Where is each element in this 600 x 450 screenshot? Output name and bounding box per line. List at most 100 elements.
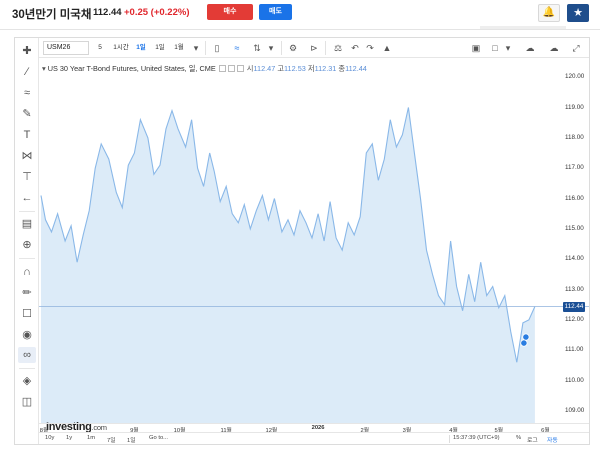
zoom-icon[interactable]: ⊕ xyxy=(18,237,36,253)
interval-button[interactable]: 1월 xyxy=(172,41,186,55)
y-tick-label: 111.00 xyxy=(565,346,584,354)
chevron-down-icon[interactable]: ▾ xyxy=(189,41,203,55)
bar-chart-icon[interactable]: ⇅ xyxy=(250,41,264,55)
fib-icon[interactable]: ≈ xyxy=(18,85,36,101)
crosshair-icon[interactable]: ✚ xyxy=(18,43,36,59)
y-tick-label: 118.00 xyxy=(565,133,584,141)
remove-box[interactable] xyxy=(236,65,244,72)
go-to-date[interactable]: Go to... xyxy=(149,435,168,441)
candles-icon[interactable]: ▯ xyxy=(210,41,224,55)
low-label: 저 xyxy=(307,64,315,73)
series-legend: ▾ US 30 Year T-Bond Futures, United Stat… xyxy=(42,64,367,74)
price-axis[interactable]: 109.00 110.00 111.00 112.00 113.00 114.00 115.… xyxy=(563,59,595,423)
range-1m[interactable]: 1m xyxy=(87,435,95,441)
pattern-icon[interactable]: ⋈ xyxy=(18,148,36,164)
open-label: 시 xyxy=(246,64,254,73)
chevron-down-icon[interactable]: ▾ xyxy=(264,41,278,55)
close-value: 112.44 xyxy=(345,64,367,73)
range-10y[interactable]: 10y xyxy=(45,435,54,441)
redo-icon[interactable]: ↷ xyxy=(363,41,377,55)
range-bar: 10y 1y 1m 7일 1일 Go to... 15:37:39 (UTC+9… xyxy=(39,432,589,444)
last-price-badge: 112.44 xyxy=(563,301,585,312)
visibility-box[interactable] xyxy=(218,65,226,72)
area-chart-icon[interactable]: ≈ xyxy=(230,41,244,55)
series-name: US 30 Year T-Bond Futures, United States… xyxy=(47,64,216,73)
event-marker-a[interactable] xyxy=(522,333,530,341)
text-icon[interactable]: T xyxy=(18,127,36,143)
y-tick-label: 110.00 xyxy=(565,376,584,384)
chart-plot[interactable]: ▾ US 30 Year T-Bond Futures, United Stat… xyxy=(39,59,589,433)
log-toggle[interactable]: 로그 xyxy=(527,435,538,444)
pencil-lock-icon[interactable]: ✏ xyxy=(18,285,36,301)
toolbar-divider xyxy=(19,368,35,369)
event-marker-b[interactable] xyxy=(520,339,528,347)
low-value: 112.31 xyxy=(314,64,337,73)
y-tick-label: 112.00 xyxy=(565,315,584,323)
lock-icon[interactable]: ☐ xyxy=(18,306,36,322)
ruler-icon[interactable]: ▤ xyxy=(18,216,36,232)
percent-toggle[interactable]: % xyxy=(516,435,521,441)
time-axis[interactable]: 8월 9월 10월 11월 12월 2026 2월 3월 4월 5월 6월 xyxy=(39,423,589,434)
symbol-input[interactable]: USM26 xyxy=(43,41,89,55)
camera-icon[interactable]: ▣ xyxy=(469,41,483,55)
bell-plus-icon[interactable]: 🔔 xyxy=(538,4,560,22)
star-icon[interactable]: ★ xyxy=(567,4,589,22)
auto-toggle[interactable]: 자동 xyxy=(547,435,558,444)
clock-readout: 15:37:39 (UTC+9) xyxy=(453,435,500,441)
price-area-fill xyxy=(41,107,535,423)
link-icon[interactable]: ∞ xyxy=(18,347,36,363)
interval-button[interactable]: 1일 xyxy=(153,41,167,55)
y-tick-label: 116.00 xyxy=(565,194,584,202)
chart-frame: ✚ ∕ ≈ ✎ T ⋈ ⊤ ← ▤ ⊕ ∩ ✏ ☐ ◉ ∞ ◈ ◫ USM26 … xyxy=(14,37,590,445)
chart-toolbar: USM26 5 1시간 1일 1일 1월 ▾ ▯ ≈ ⇅ ▾ ⚙ ⊳ ⚖ ↶ ↷… xyxy=(39,38,589,58)
y-tick-label: 119.00 xyxy=(565,103,584,111)
layout-icon[interactable]: □ xyxy=(488,41,502,55)
buy-button[interactable]: 매도 xyxy=(259,4,292,20)
brush-icon[interactable]: ✎ xyxy=(18,106,36,122)
high-value: 112.53 xyxy=(284,64,306,73)
fullscreen-icon[interactable]: ⤢ xyxy=(569,41,583,55)
price-change: +0.25 (+0.22%) xyxy=(124,7,190,18)
y-tick-label: 120.00 xyxy=(565,73,585,81)
range-7d[interactable]: 7일 xyxy=(107,435,116,444)
instrument-title: 30년만기 미국채 xyxy=(12,9,92,21)
interval-button[interactable]: 5 xyxy=(95,41,105,55)
toolbar-divider xyxy=(19,258,35,259)
interval-button-active[interactable]: 1일 xyxy=(134,41,148,55)
y-tick-label: 117.00 xyxy=(565,164,584,172)
app-window: 30년만기 미국채 112.44 +0.25 (+0.22%) 매수 매도 🔔 … xyxy=(0,0,600,450)
toolbar-divider xyxy=(19,211,35,212)
chevron-down-icon[interactable]: ▾ xyxy=(501,41,515,55)
y-tick-label: 115.00 xyxy=(565,224,584,232)
compare-icon[interactable]: ⊳ xyxy=(307,41,321,55)
indicator-icon[interactable]: ▲ xyxy=(380,41,394,55)
range-1y[interactable]: 1y xyxy=(66,435,72,441)
toolbar-divider xyxy=(325,41,326,55)
instrument-header: 30년만기 미국채 112.44 +0.25 (+0.22%) 매수 매도 🔔 … xyxy=(0,0,600,30)
last-price: 112.44 xyxy=(93,7,122,18)
measure-icon[interactable]: ⊤ xyxy=(18,169,36,185)
magnet-icon[interactable]: ∩ xyxy=(18,264,36,280)
price-area-chart[interactable] xyxy=(39,59,589,423)
toolbar-divider xyxy=(449,435,450,443)
interval-button[interactable]: 1시간 xyxy=(111,41,131,55)
collapse-icon[interactable]: ▾ xyxy=(42,64,46,73)
sell-button[interactable]: 매수 xyxy=(207,4,253,20)
scale-icon[interactable]: ⚖ xyxy=(331,41,345,55)
trash-icon[interactable]: ◫ xyxy=(18,394,36,410)
settings-box[interactable] xyxy=(227,65,235,72)
header-divider xyxy=(480,26,566,29)
undo-icon[interactable]: ↶ xyxy=(348,41,362,55)
toolbar-divider xyxy=(281,41,282,55)
eye-icon[interactable]: ◉ xyxy=(18,327,36,343)
range-1d[interactable]: 1일 xyxy=(127,435,136,444)
settings-icon[interactable]: ⚙ xyxy=(286,41,300,55)
cloud-upload-icon[interactable]: ☁ xyxy=(523,41,537,55)
layers-icon[interactable]: ◈ xyxy=(18,373,36,389)
trend-line-icon[interactable]: ∕ xyxy=(18,64,36,80)
toolbar-divider xyxy=(205,41,206,55)
y-tick-label: 113.00 xyxy=(565,285,584,293)
open-value: 112.47 xyxy=(253,64,276,73)
back-arrow-icon[interactable]: ← xyxy=(18,190,36,206)
cloud-download-icon[interactable]: ☁ xyxy=(547,41,561,55)
